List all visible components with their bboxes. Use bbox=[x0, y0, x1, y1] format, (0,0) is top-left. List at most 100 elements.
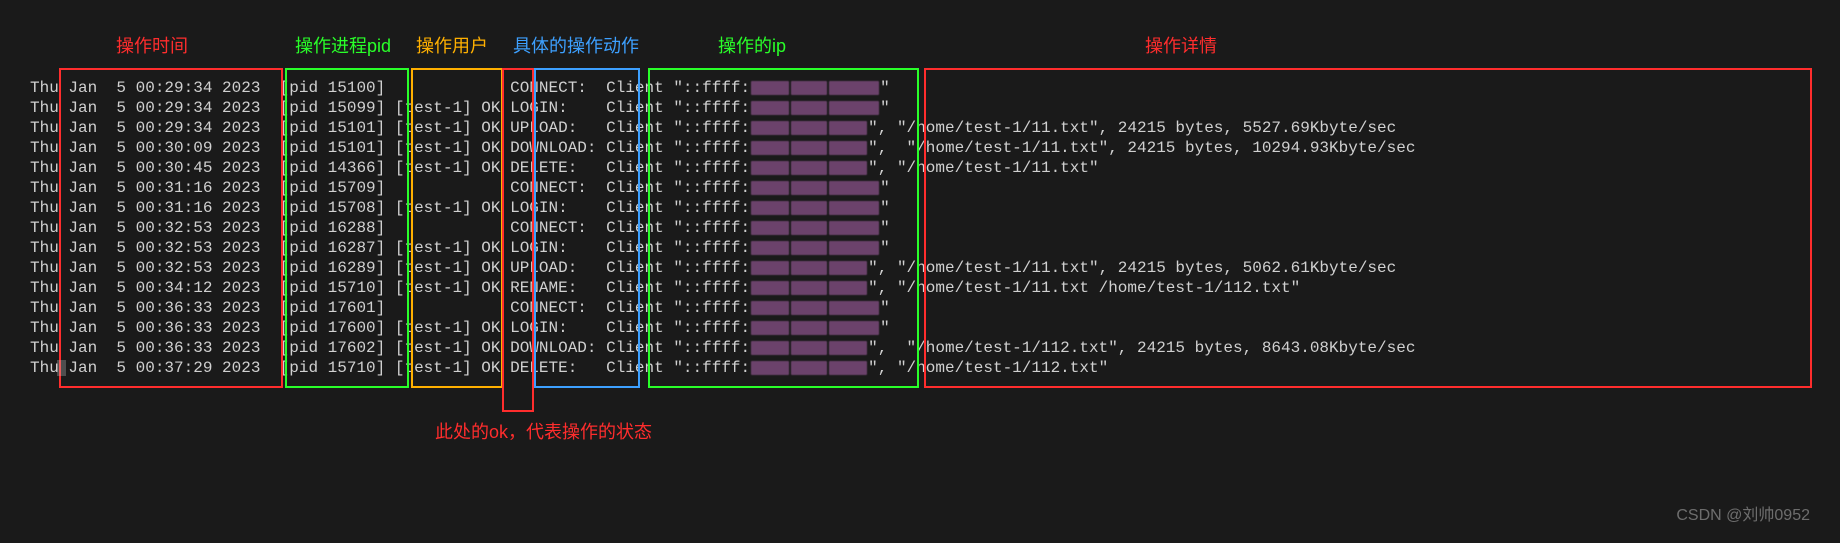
log-client-prefix: Client "::ffff: bbox=[606, 219, 750, 237]
log-timestamp: Jan 5 00:30:09 2023 bbox=[68, 139, 279, 157]
log-detail: "/home/test-1/11.txt", 24215 bytes, 5527… bbox=[897, 119, 1396, 137]
redacted-ip-segment bbox=[791, 341, 827, 355]
log-user: [test-1] bbox=[395, 159, 481, 177]
log-client-suffix: ", bbox=[868, 119, 887, 137]
log-spacer bbox=[887, 139, 897, 157]
log-client-prefix: Client "::ffff: bbox=[606, 119, 750, 137]
redacted-ip-segment bbox=[791, 321, 827, 335]
redacted-ip-segment bbox=[791, 281, 827, 295]
log-pid: [pid 17600] bbox=[280, 319, 395, 337]
log-user bbox=[395, 299, 481, 317]
log-client-prefix: Client "::ffff: bbox=[606, 99, 750, 117]
log-status: OK bbox=[481, 119, 510, 137]
log-detail: "/home/test-1/11.txt /home/test-1/112.tx… bbox=[897, 279, 1300, 297]
log-row: Thu Jan 5 00:31:16 2023 [pid 15708] [tes… bbox=[30, 198, 1415, 218]
redacted-ip-segment bbox=[829, 221, 879, 235]
log-day: Thu bbox=[30, 79, 68, 97]
redacted-ip-segment bbox=[829, 181, 879, 195]
redacted-ip-segment bbox=[751, 261, 789, 275]
log-row: Thu Jan 5 00:32:53 2023 [pid 16289] [tes… bbox=[30, 258, 1415, 278]
redacted-ip-segment bbox=[829, 141, 867, 155]
log-day: Thu bbox=[30, 319, 68, 337]
log-action: DELETE: bbox=[510, 359, 606, 377]
log-day: Thu bbox=[30, 299, 68, 317]
redacted-ip-segment bbox=[829, 281, 867, 295]
redacted-ip-segment bbox=[751, 181, 789, 195]
label-time: 操作时间 bbox=[116, 32, 188, 58]
log-client-prefix: Client "::ffff: bbox=[606, 299, 750, 317]
redacted-ip-segment bbox=[751, 221, 789, 235]
log-row: Thu Jan 5 00:30:45 2023 [pid 14366] [tes… bbox=[30, 158, 1415, 178]
log-user bbox=[395, 179, 481, 197]
log-user: [test-1] bbox=[395, 339, 481, 357]
log-timestamp: Jan 5 00:37:29 2023 bbox=[68, 359, 279, 377]
log-day: Thu bbox=[30, 199, 68, 217]
log-action: LOGIN: bbox=[510, 199, 606, 217]
log-action: RENAME: bbox=[510, 279, 606, 297]
log-client-prefix: Client "::ffff: bbox=[606, 359, 750, 377]
log-client-prefix: Client "::ffff: bbox=[606, 319, 750, 337]
log-row: Thu Jan 5 00:36:33 2023 [pid 17600] [tes… bbox=[30, 318, 1415, 338]
log-client-prefix: Client "::ffff: bbox=[606, 199, 750, 217]
redacted-ip-segment bbox=[751, 81, 789, 95]
log-pid: [pid 17601] bbox=[280, 299, 395, 317]
log-user: [test-1] bbox=[395, 319, 481, 337]
log-client-prefix: Client "::ffff: bbox=[606, 139, 750, 157]
redacted-ip-segment bbox=[791, 121, 827, 135]
screenshot-root: { "labels": { "time": { "text": "操作时间", … bbox=[0, 0, 1840, 543]
column-labels: 操作时间 操作进程pid 操作用户 具体的操作动作 操作的ip 操作详情 bbox=[0, 32, 1840, 62]
log-detail: "/home/test-1/11.txt", 24215 bytes, 1029… bbox=[897, 139, 1415, 157]
log-timestamp: Jan 5 00:30:45 2023 bbox=[68, 159, 279, 177]
label-action: 具体的操作动作 bbox=[513, 32, 639, 58]
log-row: Thu Jan 5 00:32:53 2023 [pid 16288] CONN… bbox=[30, 218, 1415, 238]
watermark: CSDN @刘帅0952 bbox=[1676, 501, 1810, 525]
log-user: [test-1] bbox=[395, 199, 481, 217]
redacted-ip-segment bbox=[829, 201, 879, 215]
redacted-ip-segment bbox=[791, 241, 827, 255]
log-user: [test-1] bbox=[395, 239, 481, 257]
log-status: OK bbox=[481, 239, 510, 257]
log-timestamp: Jan 5 00:36:33 2023 bbox=[68, 299, 279, 317]
log-day: Thu bbox=[30, 179, 68, 197]
log-client-prefix: Client "::ffff: bbox=[606, 79, 750, 97]
redacted-ip-segment bbox=[751, 201, 789, 215]
log-pid: [pid 15101] bbox=[280, 119, 395, 137]
log-row: Thu Jan 5 00:29:34 2023 [pid 15100] CONN… bbox=[30, 78, 1415, 98]
log-timestamp: Jan 5 00:29:34 2023 bbox=[68, 99, 279, 117]
log-client-prefix: Client "::ffff: bbox=[606, 339, 750, 357]
log-detail: "/home/test-1/112.txt", 24215 bytes, 864… bbox=[897, 339, 1415, 357]
log-client-suffix: " bbox=[880, 99, 890, 117]
log-client-suffix: ", bbox=[868, 359, 887, 377]
log-detail: "/home/test-1/11.txt", 24215 bytes, 5062… bbox=[897, 259, 1396, 277]
log-client-prefix: Client "::ffff: bbox=[606, 179, 750, 197]
redacted-ip-segment bbox=[791, 261, 827, 275]
text-cursor bbox=[57, 360, 66, 376]
log-user: [test-1] bbox=[395, 279, 481, 297]
log-client-suffix: " bbox=[880, 199, 890, 217]
redacted-ip-segment bbox=[829, 261, 867, 275]
log-pid: [pid 16289] bbox=[280, 259, 395, 277]
redacted-ip-segment bbox=[751, 121, 789, 135]
log-status bbox=[481, 219, 510, 237]
log-pid: [pid 15708] bbox=[280, 199, 395, 217]
log-pid: [pid 15099] bbox=[280, 99, 395, 117]
log-action: UPLOAD: bbox=[510, 119, 606, 137]
footnote-ok-status: 此处的ok，代表操作的状态 bbox=[435, 418, 652, 444]
log-status: OK bbox=[481, 159, 510, 177]
log-client-suffix: " bbox=[880, 79, 890, 97]
log-pid: [pid 15710] bbox=[280, 279, 395, 297]
redacted-ip-segment bbox=[829, 241, 879, 255]
log-status: OK bbox=[481, 259, 510, 277]
redacted-ip-segment bbox=[751, 241, 789, 255]
redacted-ip-segment bbox=[829, 321, 879, 335]
log-status: OK bbox=[481, 279, 510, 297]
log-status: OK bbox=[481, 359, 510, 377]
label-pid: 操作进程pid bbox=[295, 32, 391, 58]
redacted-ip-segment bbox=[829, 361, 867, 375]
log-timestamp: Jan 5 00:31:16 2023 bbox=[68, 179, 279, 197]
log-day: Thu bbox=[30, 279, 68, 297]
log-user: [test-1] bbox=[395, 99, 481, 117]
redacted-ip-segment bbox=[791, 161, 827, 175]
log-row: Thu Jan 5 00:37:29 2023 [pid 15710] [tes… bbox=[30, 358, 1415, 378]
redacted-ip-segment bbox=[829, 101, 879, 115]
